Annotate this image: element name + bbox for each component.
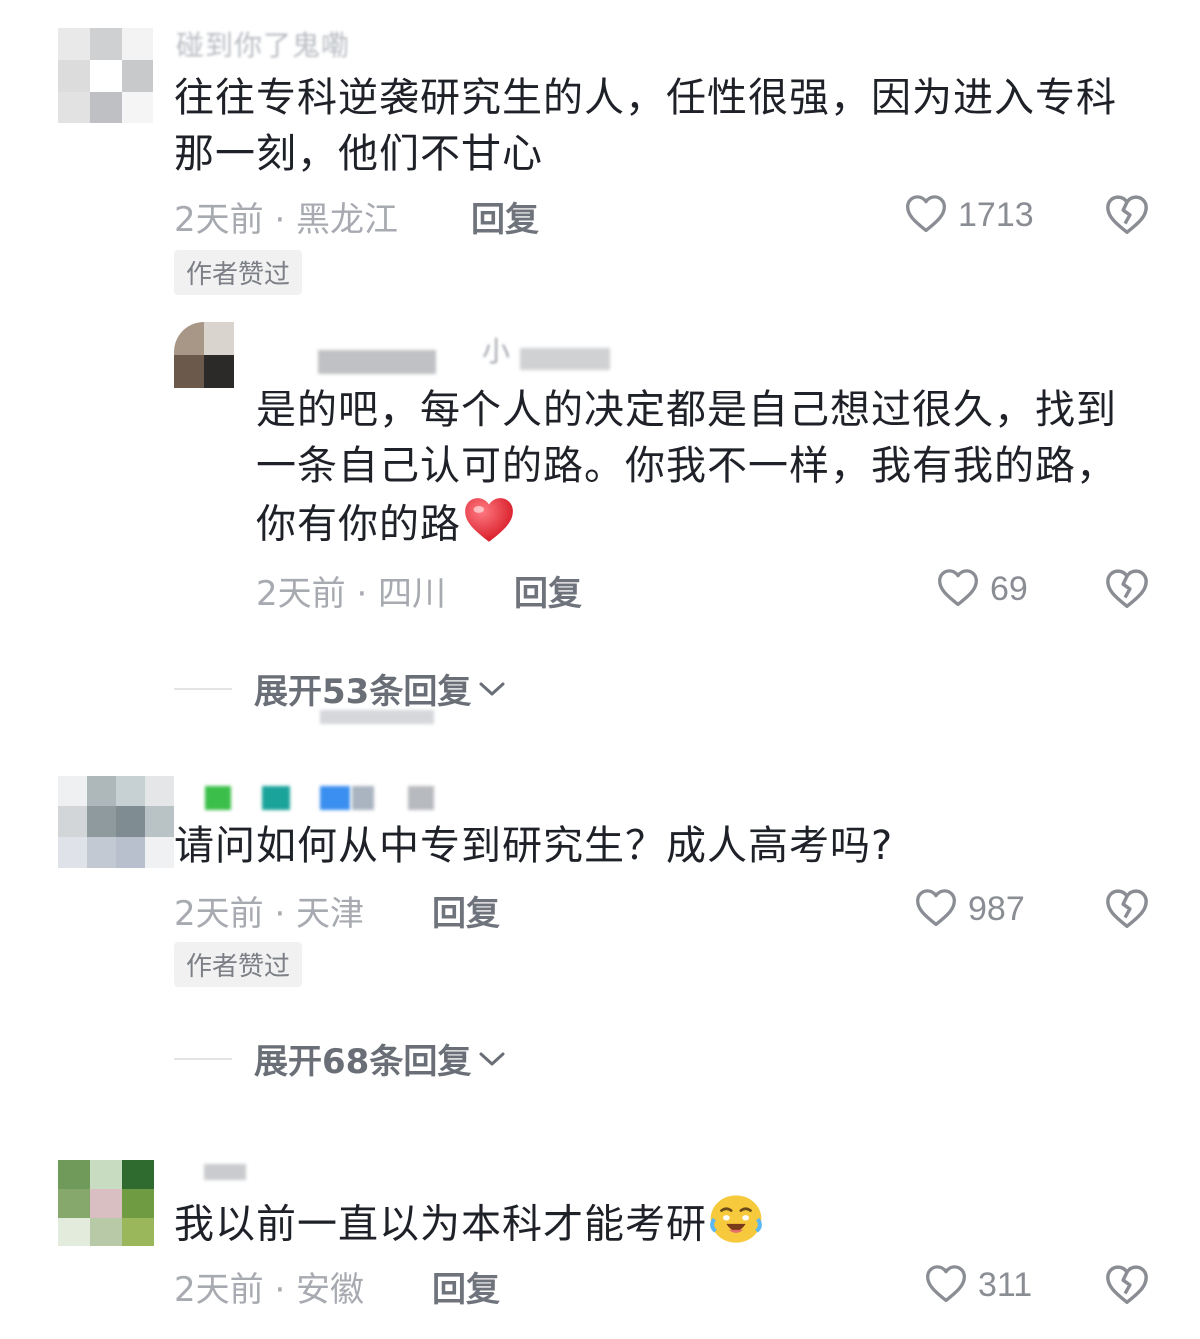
reply-button[interactable]: 回复 xyxy=(514,566,582,615)
divider xyxy=(174,1057,232,1060)
divider xyxy=(174,687,232,690)
broken-heart-icon xyxy=(1104,889,1150,934)
reply-button[interactable]: 回复 xyxy=(471,192,539,241)
comment-text: 请问如何从中专到研究生？成人高考吗? xyxy=(174,823,894,869)
username[interactable]: 小 xyxy=(482,330,511,370)
crying-laughing-emoji xyxy=(707,1192,765,1261)
broken-heart-icon xyxy=(1104,195,1150,240)
comment-meta: 2天前 · 安徽 xyxy=(174,1270,365,1310)
username-blur xyxy=(262,786,290,810)
expand-replies-label: 展开53条回复 xyxy=(254,672,472,712)
author-liked-badge: 作者赞过 xyxy=(174,250,303,295)
heart-outline-icon xyxy=(914,886,958,932)
broken-heart-icon xyxy=(1104,1265,1150,1310)
heart-outline-icon xyxy=(904,192,948,238)
dislike-button[interactable] xyxy=(1104,566,1150,614)
comment-text: 我以前一直以为本科才能考研 xyxy=(174,1192,1154,1261)
avatar[interactable] xyxy=(58,776,174,868)
username-blur xyxy=(320,786,350,810)
comment-text: 往往专科逆袭研究生的人，任性很强，因为进入专科那一刻，他们不甘心 xyxy=(174,75,1117,177)
like-count: 69 xyxy=(990,569,1028,608)
like-count: 1713 xyxy=(958,195,1034,234)
avatar[interactable] xyxy=(58,28,153,123)
broken-heart-icon xyxy=(1104,569,1150,614)
red-heart-emoji xyxy=(461,494,517,559)
dislike-button[interactable] xyxy=(1104,1262,1150,1310)
heart-outline-icon xyxy=(924,1262,968,1308)
reply-text-content: 是的吧，每个人的决定都是自己想过很久，找到一条自己认可的路。你我不一样，我有我的… xyxy=(256,387,1117,548)
expand-replies-label: 展开68条回复 xyxy=(254,1042,472,1082)
like-button[interactable]: 1713 xyxy=(904,192,1034,238)
expand-replies-button[interactable]: 展开53条回复 xyxy=(174,664,507,713)
like-button[interactable]: 987 xyxy=(914,886,1025,932)
username-blur xyxy=(352,786,374,810)
username-blur xyxy=(204,1164,246,1180)
username-blur xyxy=(205,786,231,810)
avatar[interactable] xyxy=(174,322,234,388)
chevron-down-icon xyxy=(477,1049,507,1069)
comment-meta: 2天前 · 黑龙江 xyxy=(174,200,399,240)
reply-button[interactable]: 回复 xyxy=(432,1262,500,1311)
comment-meta: 2天前 · 天津 xyxy=(174,894,365,934)
reply-button[interactable]: 回复 xyxy=(432,886,500,935)
username-blur xyxy=(318,350,436,374)
dislike-button[interactable] xyxy=(1104,886,1150,934)
like-count: 987 xyxy=(968,889,1025,928)
author-liked-badge: 作者赞过 xyxy=(174,942,303,987)
heart-outline-icon xyxy=(936,566,980,612)
avatar[interactable] xyxy=(58,1160,154,1246)
username-blur xyxy=(408,786,434,810)
username-blur xyxy=(520,348,610,370)
blur-strip xyxy=(320,710,434,724)
chevron-down-icon xyxy=(477,679,507,699)
dislike-button[interactable] xyxy=(1104,192,1150,240)
expand-replies-button[interactable]: 展开68条回复 xyxy=(174,1034,507,1083)
like-count: 311 xyxy=(978,1265,1033,1304)
like-button[interactable]: 69 xyxy=(936,566,1028,612)
reply-text: 是的吧，每个人的决定都是自己想过很久，找到一条自己认可的路。你我不一样，我有我的… xyxy=(256,382,1146,559)
comment-text-content: 我以前一直以为本科才能考研 xyxy=(174,1201,707,1248)
username[interactable]: 碰到你了鬼嘞 xyxy=(176,24,350,64)
reply-meta: 2天前 · 四川 xyxy=(256,574,447,614)
like-button[interactable]: 311 xyxy=(924,1262,1032,1308)
